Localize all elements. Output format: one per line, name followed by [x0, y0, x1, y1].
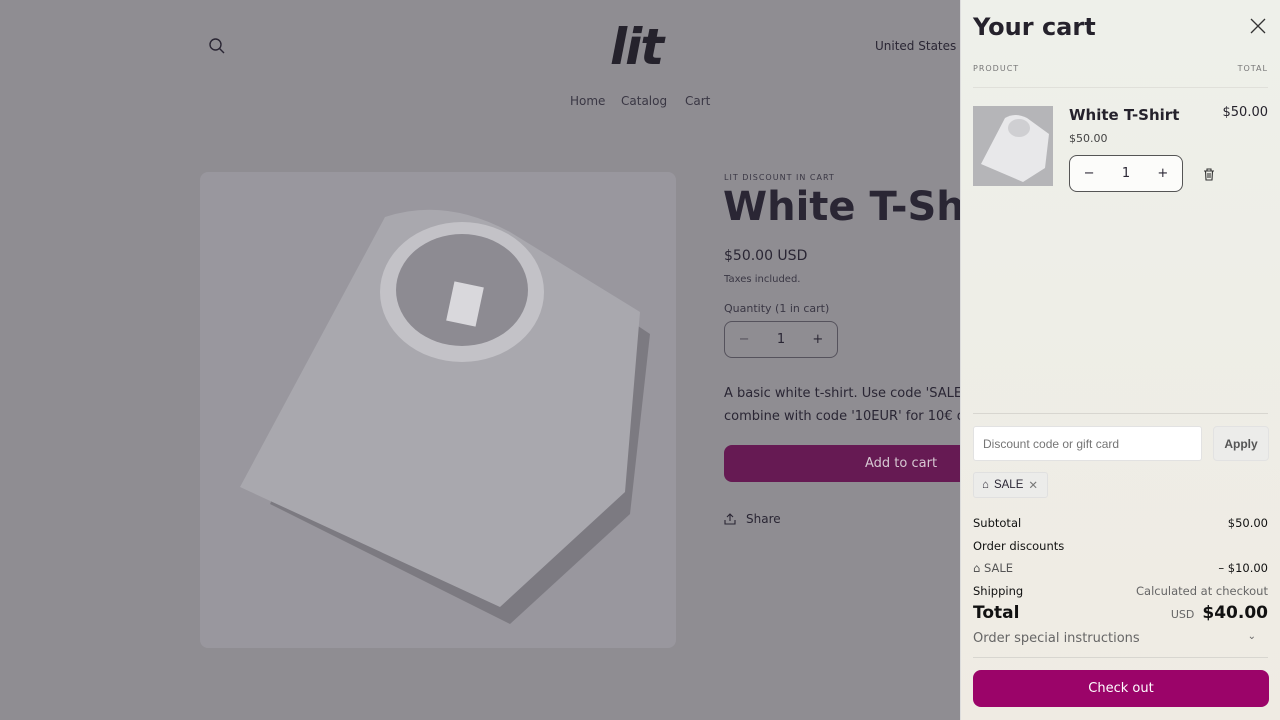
product-vendor: LIT DISCOUNT IN CART	[724, 173, 835, 182]
tag-icon: ⌂	[982, 479, 989, 491]
cart-drawer: Your cart PRODUCT TOTAL White T-Shirt $5…	[960, 0, 1280, 720]
share-icon	[724, 513, 736, 525]
quantity-value[interactable]: 1	[1122, 166, 1130, 181]
remove-discount-icon[interactable]: ✕	[1028, 478, 1038, 492]
product-description: A basic white t-shirt. Use code 'SALE' f…	[724, 382, 960, 428]
country-selector[interactable]: United States |	[875, 39, 960, 53]
total-currency: USD	[1170, 608, 1195, 621]
shipping-value: Calculated at checkout	[1136, 584, 1268, 598]
tag-icon: ⌂	[973, 561, 984, 575]
column-total: TOTAL	[1237, 64, 1268, 73]
subtotal-value: $50.00	[1227, 516, 1268, 530]
trash-icon[interactable]	[1203, 168, 1215, 181]
share-button[interactable]: Share	[724, 512, 781, 526]
add-to-cart-button[interactable]: Add to cart	[724, 445, 960, 482]
quantity-label: Quantity (1 in cart)	[724, 302, 830, 315]
description-line: A basic white t-shirt. Use code 'SALE' f…	[724, 386, 960, 401]
applied-discount-tag: ⌂ SALE ✕	[973, 472, 1048, 498]
search-icon[interactable]	[208, 37, 226, 55]
minus-button[interactable]: −	[739, 332, 750, 347]
discount-code-input[interactable]	[973, 426, 1202, 461]
plus-button[interactable]: +	[812, 332, 823, 347]
discount-code: SALE	[983, 561, 1014, 575]
minus-button[interactable]: −	[1084, 166, 1095, 181]
instructions-label: Order special instructions	[973, 631, 1140, 646]
product-title: White T-Shirt	[723, 184, 960, 230]
product-page: lit United States | Home Catalog Cart LI…	[0, 0, 960, 720]
product-price: $50.00 USD	[724, 248, 808, 264]
apply-button[interactable]: Apply	[1213, 426, 1269, 461]
description-line: combine with code '10EUR' for 10€ off.	[724, 409, 960, 424]
cart-title: Your cart	[973, 13, 1096, 41]
cart-item-price: $50.00	[1069, 132, 1108, 145]
taxes-note: Taxes included.	[724, 274, 801, 285]
total-value: $40.00	[1202, 603, 1268, 623]
quantity-stepper[interactable]: − 1 +	[724, 321, 838, 358]
subtotal-label: Subtotal	[973, 516, 1022, 530]
applied-code: SALE	[993, 479, 1024, 491]
nav-home[interactable]: Home	[570, 94, 605, 108]
share-label: Share	[746, 512, 781, 526]
order-discounts-label: Order discounts	[973, 539, 1065, 553]
cart-item-total: $50.00	[1222, 105, 1269, 120]
cart-item-name[interactable]: White T-Shirt	[1069, 106, 1179, 124]
cart-quantity-stepper[interactable]: − 1 +	[1069, 155, 1183, 192]
plus-button[interactable]: +	[1157, 166, 1168, 181]
checkout-button[interactable]: Check out	[973, 670, 1269, 707]
order-instructions-toggle[interactable]: Order special instructions ⌄	[973, 631, 1268, 646]
nav-cart[interactable]: Cart	[685, 94, 710, 108]
chevron-down-icon: ⌄	[1247, 631, 1256, 642]
nav-catalog[interactable]: Catalog	[621, 94, 667, 108]
close-icon[interactable]	[1249, 17, 1267, 35]
total-label: Total	[973, 603, 1020, 623]
divider	[973, 413, 1268, 414]
logo[interactable]: lit	[610, 18, 664, 76]
cart-item-image[interactable]	[973, 106, 1053, 186]
discount-amount: – $10.00	[1218, 561, 1268, 575]
divider	[973, 657, 1268, 658]
shipping-label: Shipping	[973, 584, 1024, 598]
column-product: PRODUCT	[973, 64, 1020, 73]
product-image[interactable]	[200, 172, 676, 648]
quantity-value[interactable]: 1	[777, 332, 785, 347]
divider	[973, 87, 1268, 88]
